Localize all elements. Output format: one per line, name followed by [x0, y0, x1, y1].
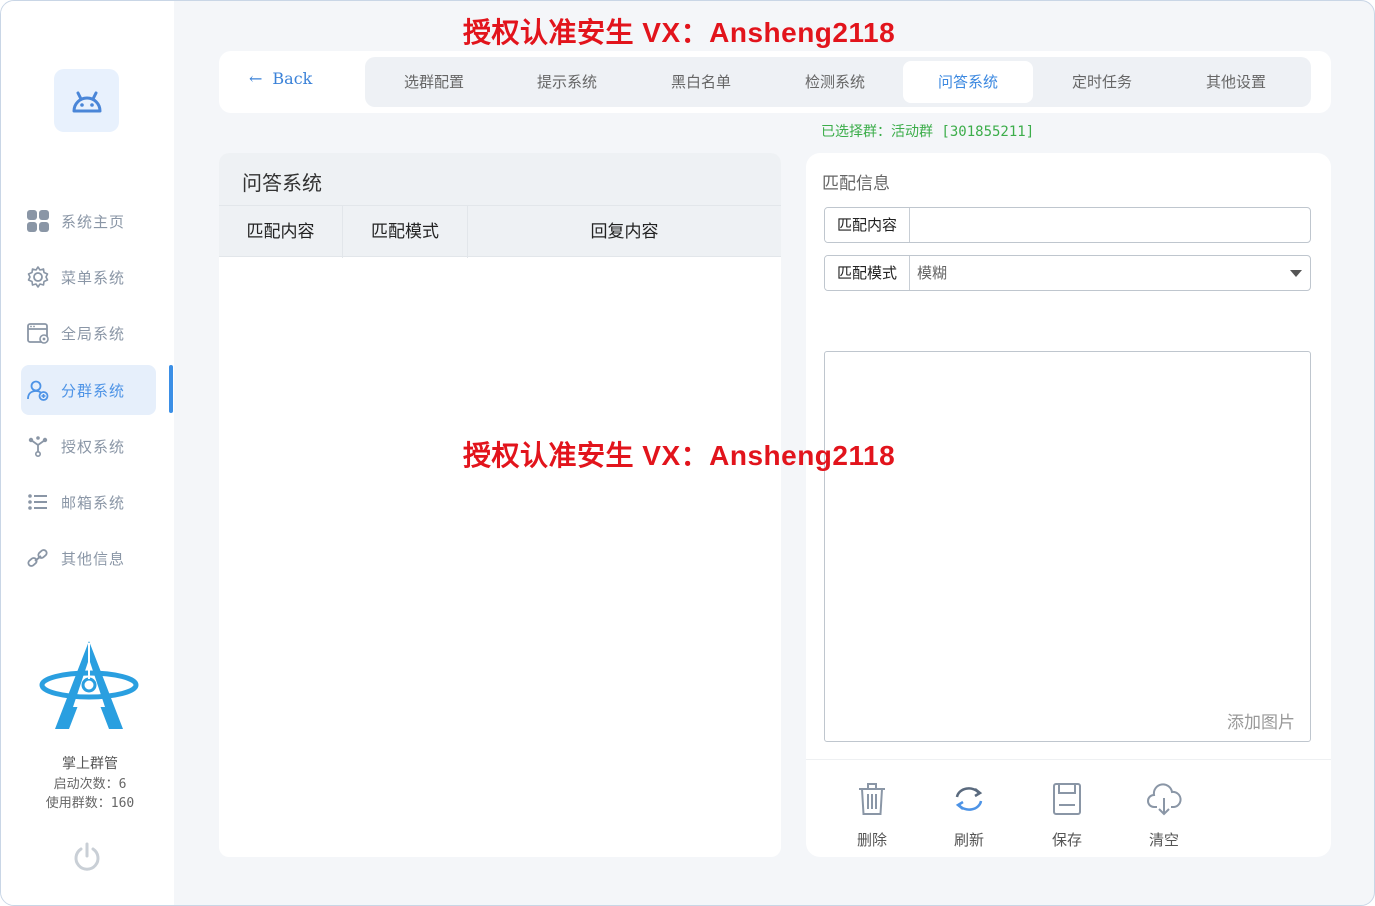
watermark-top: 授权认准安生 VX：Ansheng2118	[463, 17, 896, 48]
sidebar-item-label: 分群系统	[61, 381, 126, 400]
branch-icon	[26, 434, 50, 458]
clear-button[interactable]: 清空	[1134, 781, 1194, 850]
column-header-reply-content[interactable]: 回复内容	[468, 206, 781, 258]
back-button[interactable]: ← Back	[249, 69, 312, 88]
divider	[806, 759, 1331, 760]
qa-table-header: 问答系统 匹配内容 匹配模式 回复内容	[219, 153, 781, 258]
group-count: 使用群数：160	[45, 796, 135, 811]
match-content-field: 匹配内容	[824, 207, 1311, 243]
brand-logo	[39, 641, 139, 729]
sidebar-item-label: 全局系统	[61, 324, 126, 343]
refresh-label: 刷新	[953, 831, 984, 849]
delete-label: 删除	[856, 831, 887, 849]
sidebar-item-label: 系统主页	[61, 212, 126, 231]
window-settings-icon	[26, 321, 50, 345]
sidebar-item-home[interactable]: 系统主页	[21, 196, 156, 246]
cloud-download-icon	[1147, 783, 1182, 816]
refresh-button[interactable]: 刷新	[939, 781, 999, 850]
match-content-input[interactable]	[911, 208, 1306, 242]
brand-name: 掌上群管	[62, 756, 118, 772]
tab-scheduled-tasks[interactable]: 定时任务	[1037, 61, 1167, 103]
match-mode-label: 匹配模式	[825, 256, 910, 290]
gear-icon	[26, 265, 50, 289]
watermark-center: 授权认准安生 VX：Ansheng2118	[463, 440, 896, 471]
clear-label: 清空	[1148, 831, 1179, 849]
app-window: 系统主页 菜单系统 全局系统 分群系统 授权系统 邮箱系统 其他信息 掌上群管 …	[0, 0, 1375, 906]
tab-detection-system[interactable]: 检测系统	[770, 61, 900, 103]
sidebar-item-label: 其他信息	[61, 549, 126, 568]
sidebar-item-global[interactable]: 全局系统	[21, 308, 156, 358]
grid-icon	[26, 209, 50, 233]
launch-count: 启动次数：6	[53, 777, 127, 792]
column-header-match-mode[interactable]: 匹配模式	[343, 206, 468, 258]
sidebar-item-auth[interactable]: 授权系统	[21, 421, 156, 471]
refresh-icon	[955, 787, 983, 811]
tab-qa-system[interactable]: 问答系统	[903, 61, 1033, 103]
tab-strip: 选群配置 提示系统 黑白名单 检测系统 问答系统 定时任务 其他设置	[365, 57, 1311, 107]
trash-icon	[859, 783, 885, 815]
selected-group-status: 已选择群：活动群 [301855211]	[821, 124, 1035, 140]
table-body[interactable]	[219, 257, 781, 857]
save-button[interactable]: 保存	[1037, 781, 1097, 850]
back-label: Back	[272, 69, 313, 88]
table-column-headers: 匹配内容 匹配模式 回复内容	[219, 205, 781, 258]
sidebar: 系统主页 菜单系统 全局系统 分群系统 授权系统 邮箱系统 其他信息 掌上群管 …	[1, 1, 174, 905]
arrow-left-icon: ←	[249, 69, 263, 88]
sidebar-item-label: 授权系统	[61, 437, 126, 456]
user-group-icon	[26, 378, 50, 402]
link-icon	[26, 546, 50, 570]
sidebar-item-label: 邮箱系统	[61, 493, 126, 512]
tab-other-settings[interactable]: 其他设置	[1171, 61, 1301, 103]
column-header-match-content[interactable]: 匹配内容	[219, 206, 343, 258]
list-icon	[26, 490, 50, 514]
add-image-button[interactable]: 添加图片	[1227, 708, 1295, 733]
sidebar-item-other[interactable]: 其他信息	[21, 533, 156, 583]
reply-image-area[interactable]: 添加图片	[824, 351, 1311, 742]
save-label: 保存	[1051, 831, 1082, 849]
panel-title: 匹配信息	[822, 174, 890, 194]
app-logo	[54, 69, 119, 132]
tab-blacklist[interactable]: 黑白名单	[636, 61, 766, 103]
sidebar-item-group[interactable]: 分群系统	[21, 365, 156, 415]
match-mode-value: 模糊	[917, 264, 948, 282]
sidebar-item-label: 菜单系统	[61, 268, 126, 287]
match-info-panel: 匹配信息 匹配内容 匹配模式 模糊 添加图片 删除 刷新 保存 清空	[806, 153, 1331, 857]
sidebar-item-mail[interactable]: 邮箱系统	[21, 477, 156, 527]
tab-prompt-system[interactable]: 提示系统	[502, 61, 632, 103]
power-icon[interactable]	[71, 841, 103, 873]
tab-group-config[interactable]: 选群配置	[369, 61, 499, 103]
caret-down-icon[interactable]	[1290, 270, 1302, 277]
match-content-label: 匹配内容	[825, 208, 910, 242]
top-nav-bar: ← Back 选群配置 提示系统 黑白名单 检测系统 问答系统 定时任务 其他设…	[219, 51, 1331, 113]
android-icon	[72, 91, 101, 112]
panel-title: 问答系统	[242, 171, 322, 195]
active-indicator	[169, 365, 173, 413]
delete-button[interactable]: 删除	[842, 781, 902, 850]
match-mode-select[interactable]: 匹配模式 模糊	[824, 255, 1311, 291]
save-icon	[1053, 783, 1081, 815]
qa-table-panel: 问答系统 匹配内容 匹配模式 回复内容	[219, 153, 781, 857]
sidebar-item-menu[interactable]: 菜单系统	[21, 252, 156, 302]
